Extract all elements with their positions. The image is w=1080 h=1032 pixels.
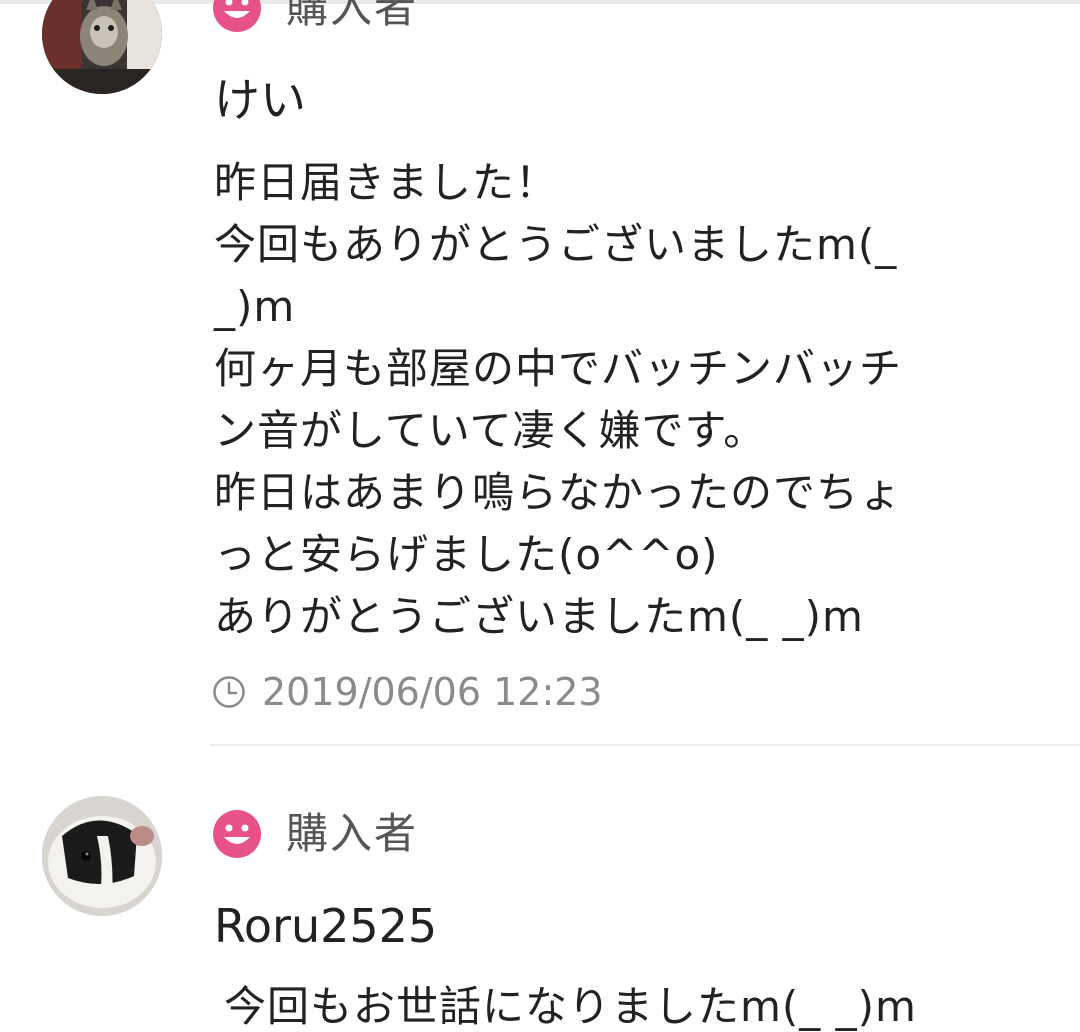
guinea-pig-avatar[interactable] [42,796,162,916]
clock-icon [213,676,245,708]
smiley-face-icon [213,0,261,32]
purchaser-label: 購入者 [286,0,419,32]
review-comment: 昨日届きました！ 今回もありがとうございましたm(_ _)m 何ヶ月も部屋の中で… [214,158,903,641]
smiley-face-icon [213,810,261,858]
top-edge-bar [0,0,1080,4]
purchaser-label: 購入者 [286,809,419,858]
timestamp-text: 2019/06/06 12:23 [262,670,603,714]
cat-avatar[interactable] [42,0,162,94]
review-list-page: 購入者 けい 昨日届きました！ 今回もありがとうございましたm(_ _)m 何ヶ… [0,0,1080,1032]
purchaser-badge: 購入者 [212,0,418,34]
review-divider [210,744,1080,746]
review-timestamp: 2019/06/06 12:23 [212,668,603,716]
review-comment: 今回もお世話になりましたm(_ _)m [224,982,917,1031]
purchaser-badge: 購入者 [212,808,418,860]
reviewer-name[interactable]: けい [214,70,306,130]
reviewer-name[interactable]: Roru2525 [214,896,437,956]
